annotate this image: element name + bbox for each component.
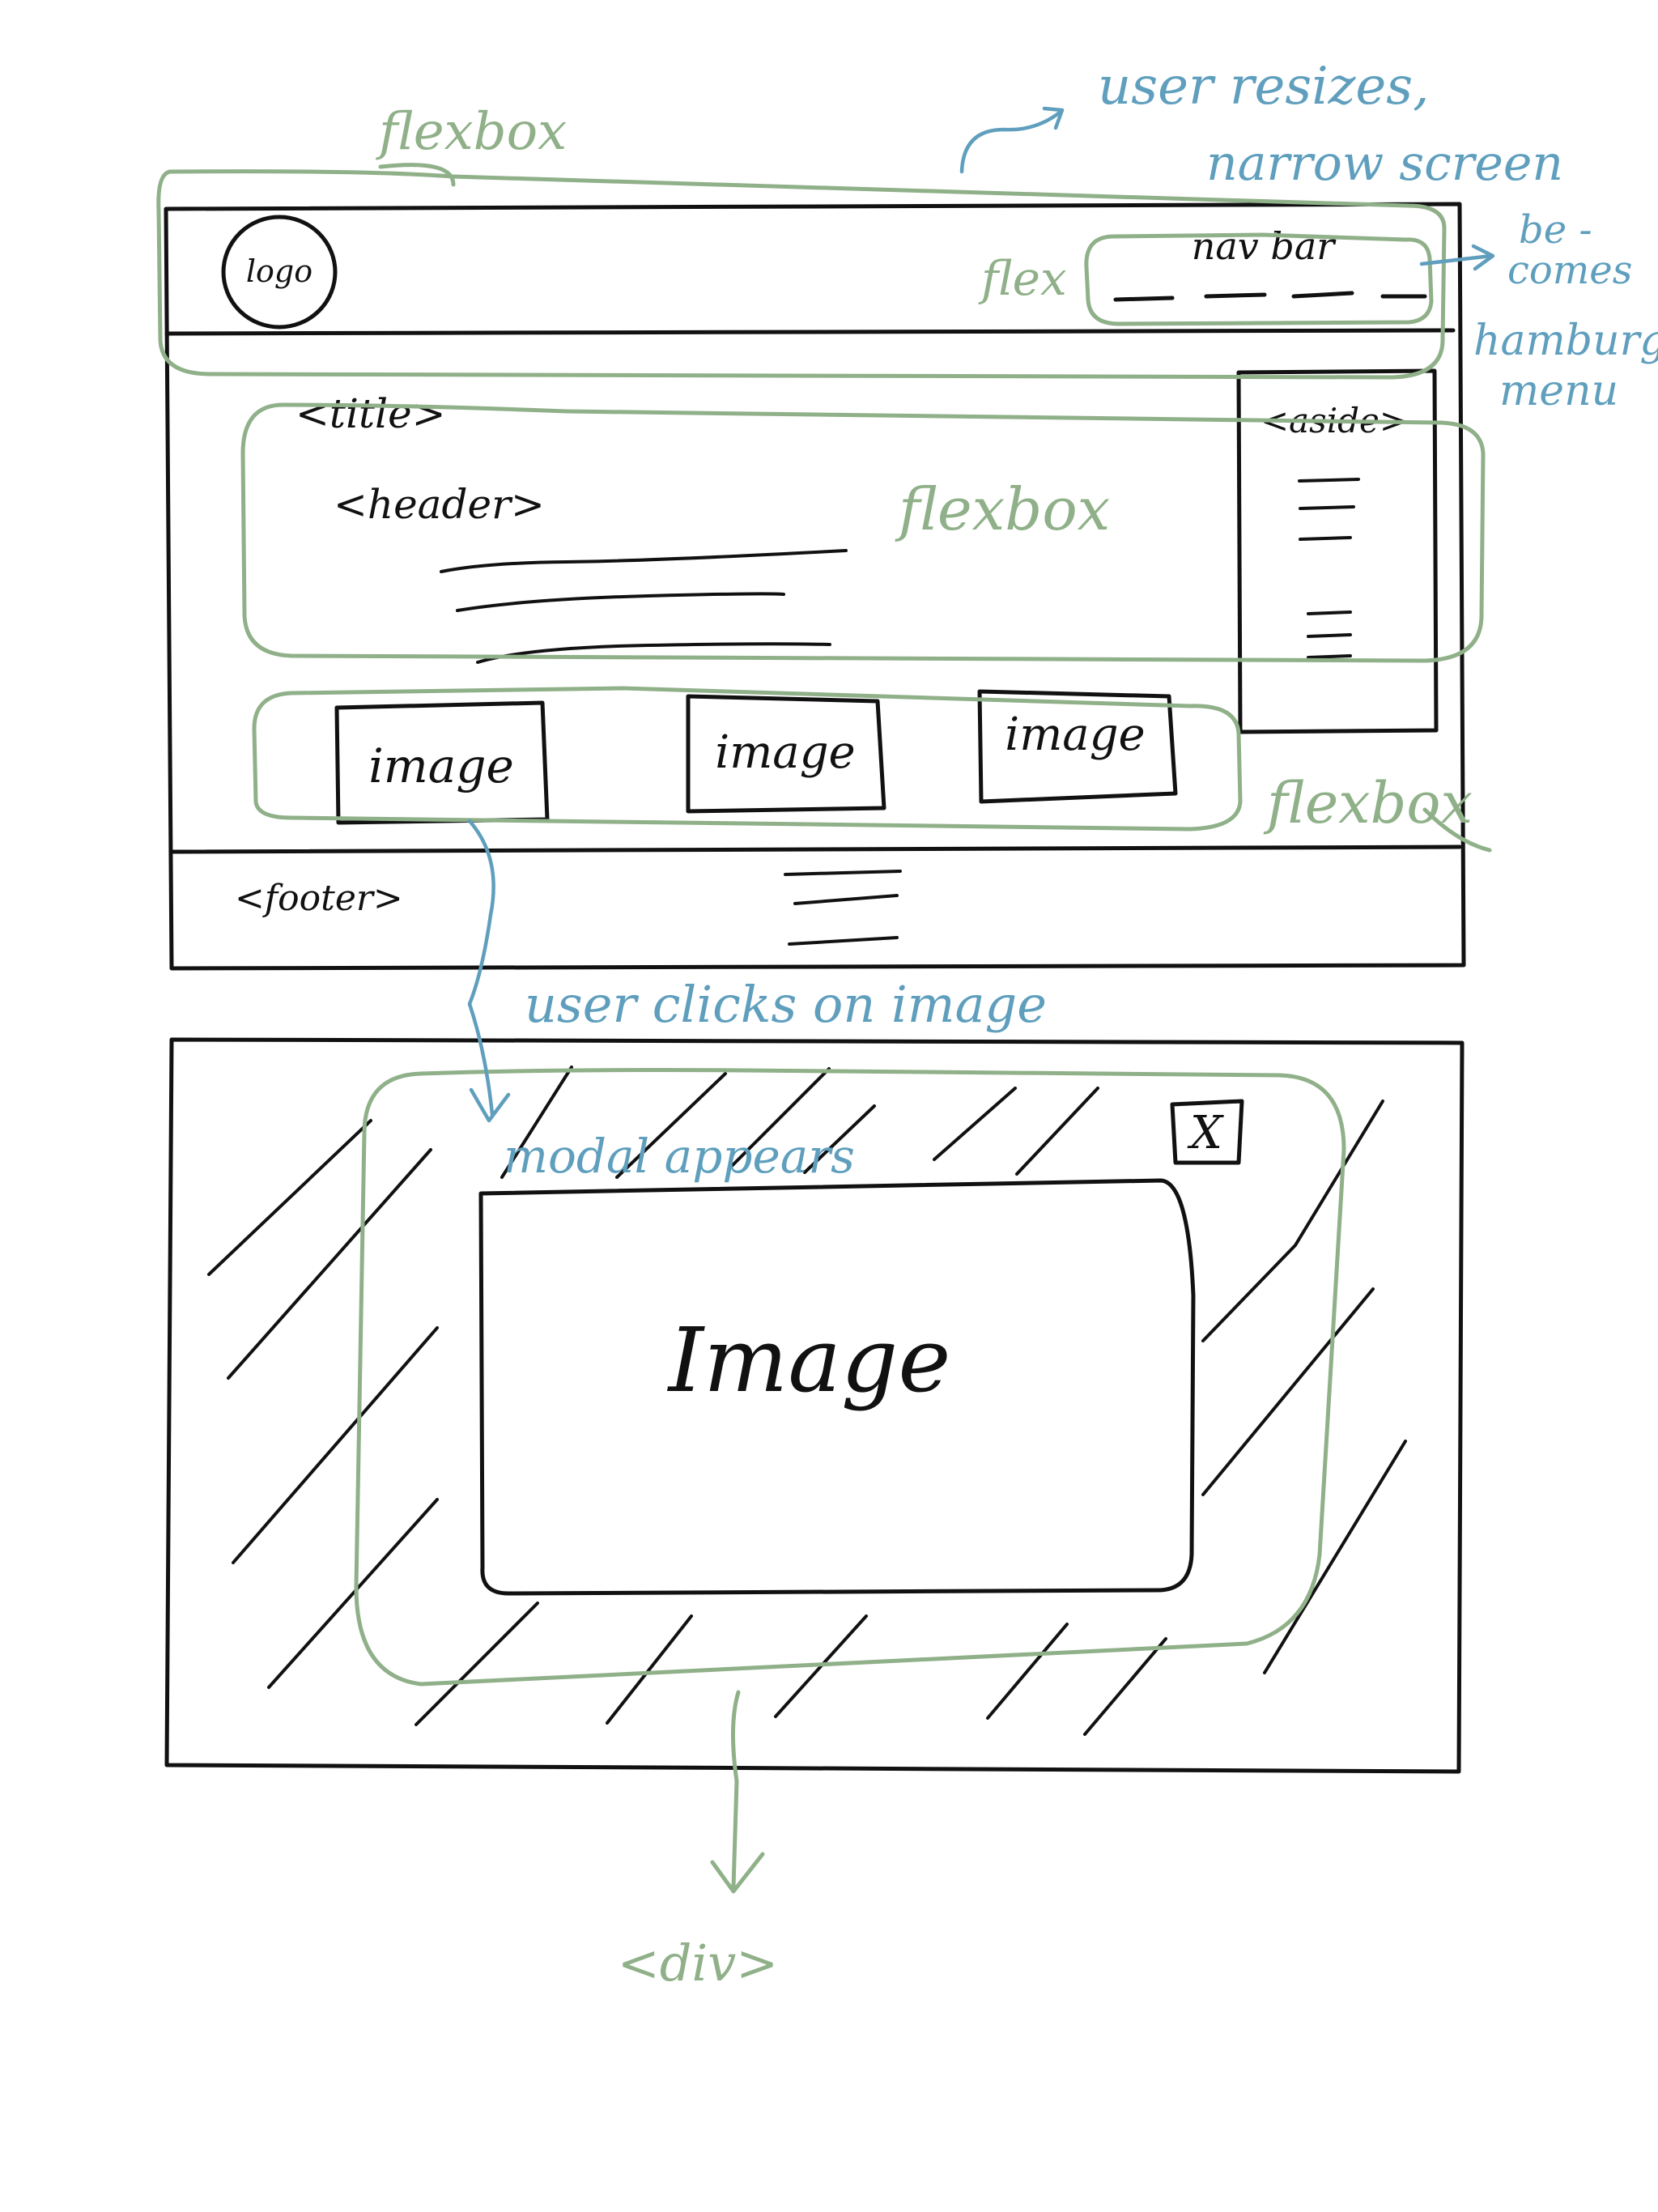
navbar-link-1: [1113, 296, 1175, 302]
aside-line-3: [1299, 536, 1352, 541]
click-arrow: [467, 819, 511, 1123]
modal-close-button[interactable]: X: [1170, 1099, 1244, 1165]
resize-text-line-2: narrow screen: [1206, 135, 1563, 192]
top-frame: [164, 202, 1466, 971]
becomes-text-line-2: comes: [1507, 248, 1632, 293]
flexbox-label-nav: flexbox: [376, 102, 567, 162]
footer-line-1: [784, 870, 902, 876]
footer-line-2: [793, 894, 899, 905]
image-label-2: image: [715, 726, 855, 779]
nav-divider: [164, 328, 1456, 336]
flexbox-label-images: flexbox: [1263, 770, 1473, 836]
aside-line-5: [1307, 633, 1352, 638]
flexbox-outline-nav: [156, 169, 1447, 380]
top-wireframe: logo nav bar <title> <header> <aside> im…: [164, 202, 1466, 971]
footer-line-3: [788, 936, 899, 946]
header-text-line-1: [440, 549, 848, 573]
aside-line-2: [1299, 505, 1355, 510]
resize-text-line-1: user resizes,: [1098, 57, 1429, 117]
image-card-1[interactable]: image: [334, 700, 550, 825]
title-label: <title>: [295, 390, 446, 437]
close-icon: X: [1187, 1107, 1224, 1159]
flexbox-label-header: flexbox: [895, 475, 1110, 543]
bottom-flex-annotations: <div>: [354, 1068, 1346, 1993]
flex-label-navbar: flex: [978, 251, 1067, 306]
user-clicks-text: user clicks on image: [525, 975, 1047, 1034]
modal-image-label: Image: [667, 1308, 951, 1412]
logo-label: logo: [246, 253, 312, 289]
footer-label: <footer>: [235, 878, 403, 919]
modal-image: Image: [478, 1178, 1196, 1596]
navbar-link-2: [1204, 292, 1267, 299]
bottom-blue-annotations: user clicks on image modal appears: [467, 819, 1047, 1184]
hamburger-text-line-2: menu: [1499, 367, 1618, 415]
image-card-3[interactable]: image: [977, 689, 1178, 804]
aside-line-4: [1307, 610, 1352, 615]
header-label: <header>: [334, 481, 545, 528]
footer-divider: [171, 844, 1462, 854]
modal-div-arrow: [710, 1690, 765, 1894]
header-text-line-2: [456, 592, 785, 612]
image-card-2[interactable]: image: [686, 694, 886, 814]
div-label: <div>: [618, 1933, 778, 1993]
aside-line-6: [1307, 654, 1352, 659]
image-label-3: image: [1005, 708, 1145, 761]
modal-appears-text: modal appears: [504, 1129, 855, 1184]
navbar-link-3: [1291, 291, 1354, 299]
image-label-1: image: [368, 738, 514, 793]
hamburger-text-line-1: hamburger: [1473, 317, 1658, 365]
aside-line-1: [1298, 478, 1360, 483]
resize-arrow: [959, 106, 1065, 174]
navbar-label: nav bar: [1192, 224, 1337, 268]
becomes-text-line-1: be -: [1519, 207, 1592, 253]
becomes-arrow: [1419, 244, 1495, 271]
flexbox-outline-header: [240, 402, 1486, 663]
